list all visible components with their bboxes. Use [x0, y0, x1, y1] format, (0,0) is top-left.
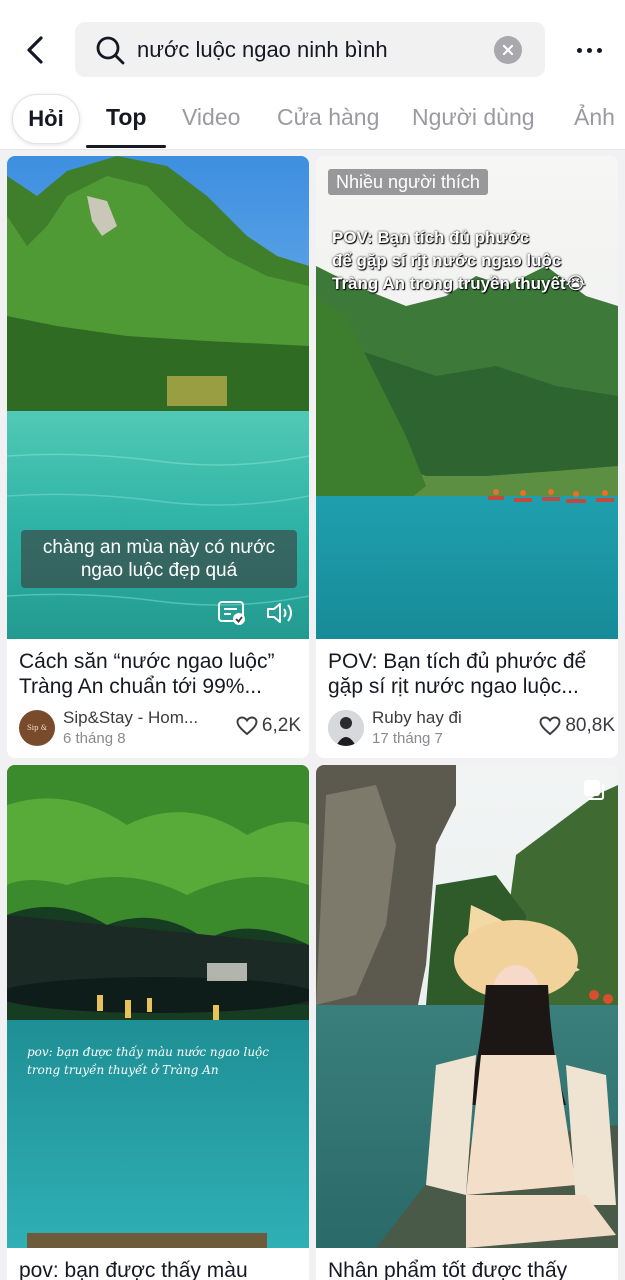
search-icon	[96, 36, 125, 65]
like-count[interactable]: 80,8K	[539, 715, 615, 737]
more-options-button[interactable]	[571, 32, 607, 68]
avatar[interactable]	[328, 710, 364, 746]
overlay-text-line2: ngao luộc đẹp quá	[80, 560, 238, 581]
photo-carousel-icon	[584, 780, 604, 800]
overlay-text-line3: Tràng An trong truyền thuyết😭	[332, 274, 586, 293]
overlay-text-line2: trong truyền thuyết ở Tràng An	[27, 1063, 219, 1077]
popular-badge: Nhiều người thích	[328, 169, 488, 195]
overlay-text-line2: để gặp sí rịt nước ngao luộc	[332, 251, 562, 270]
chevron-left-icon	[27, 36, 43, 64]
tab-shop[interactable]: Cửa hàng	[277, 104, 379, 131]
back-button[interactable]	[18, 30, 52, 70]
card-caption-line1[interactable]: Cách săn “nước ngao luộc”	[19, 649, 274, 674]
clear-search-button[interactable]	[494, 36, 522, 64]
video-thumbnail[interactable]: chàng an mùa này có nước ngao luộc đẹp q…	[7, 156, 309, 639]
top-bar	[0, 0, 625, 92]
heart-icon	[539, 716, 561, 736]
video-card[interactable]: Nhân phẩm tốt được thấy	[316, 765, 618, 1280]
post-date: 17 tháng 7	[372, 730, 443, 747]
card-caption-line1[interactable]: POV: Bạn tích đủ phước để	[328, 649, 586, 674]
card-meta: Ruby hay đi 17 tháng 7 80,8K	[328, 708, 615, 750]
author-name[interactable]: Ruby hay đi	[372, 708, 528, 728]
card-meta: Sip & Stay Sip&Stay - Hom... 6 tháng 8 6…	[19, 708, 301, 750]
heart-icon	[236, 716, 258, 736]
video-card[interactable]: pov: bạn được thấy màu nước ngao luộc tr…	[7, 765, 309, 1280]
like-count-value: 80,8K	[565, 715, 615, 736]
video-card[interactable]: Nhiều người thích POV: Bạn tích đủ phước…	[316, 156, 618, 758]
like-count-value: 6,2K	[261, 715, 301, 736]
caption-icon[interactable]	[217, 600, 247, 626]
video-thumbnail[interactable]: Nhiều người thích POV: Bạn tích đủ phước…	[316, 156, 618, 639]
results-feed[interactable]: chàng an mùa này có nước ngao luộc đẹp q…	[0, 150, 625, 1280]
overlay-text-line1: POV: Bạn tích đủ phước	[332, 228, 530, 247]
overlay-text-line1: pov: bạn được thấy màu nước ngao luộc	[27, 1045, 269, 1059]
card-caption-line1[interactable]: Nhân phẩm tốt được thấy	[328, 1258, 567, 1280]
tab-users[interactable]: Người dùng	[412, 104, 535, 131]
like-count[interactable]: 6,2K	[236, 715, 301, 737]
tab-photos[interactable]: Ảnh	[574, 104, 615, 131]
author-name[interactable]: Sip&Stay - Hom...	[63, 708, 219, 728]
sound-icon[interactable]	[265, 600, 297, 626]
avatar[interactable]: Sip & Stay	[19, 710, 55, 746]
video-card[interactable]: chàng an mùa này có nước ngao luộc đẹp q…	[7, 156, 309, 758]
tab-ask[interactable]: Hỏi	[12, 94, 80, 144]
video-thumbnail[interactable]	[316, 765, 618, 1248]
search-input[interactable]	[137, 22, 497, 77]
more-horizontal-icon	[576, 47, 582, 53]
card-caption-line2[interactable]: Tràng An chuẩn tới 99%...	[19, 674, 262, 699]
video-thumbnail[interactable]: pov: bạn được thấy màu nước ngao luộc tr…	[7, 765, 309, 1248]
tab-top[interactable]: Top	[106, 104, 146, 131]
search-tabs: Hỏi Top Video Cửa hàng Người dùng Ảnh	[0, 92, 625, 150]
tab-video[interactable]: Video	[182, 104, 240, 131]
overlay-text-line1: chàng an mùa này có nước	[42, 537, 276, 558]
card-caption-line2[interactable]: gặp sí rịt nước ngao luộc...	[328, 674, 579, 699]
search-box[interactable]	[75, 22, 545, 77]
card-caption-line1[interactable]: pov: bạn được thấy màu	[19, 1258, 248, 1280]
active-tab-indicator	[86, 145, 166, 148]
clear-icon	[502, 44, 514, 56]
post-date: 6 tháng 8	[63, 730, 126, 747]
